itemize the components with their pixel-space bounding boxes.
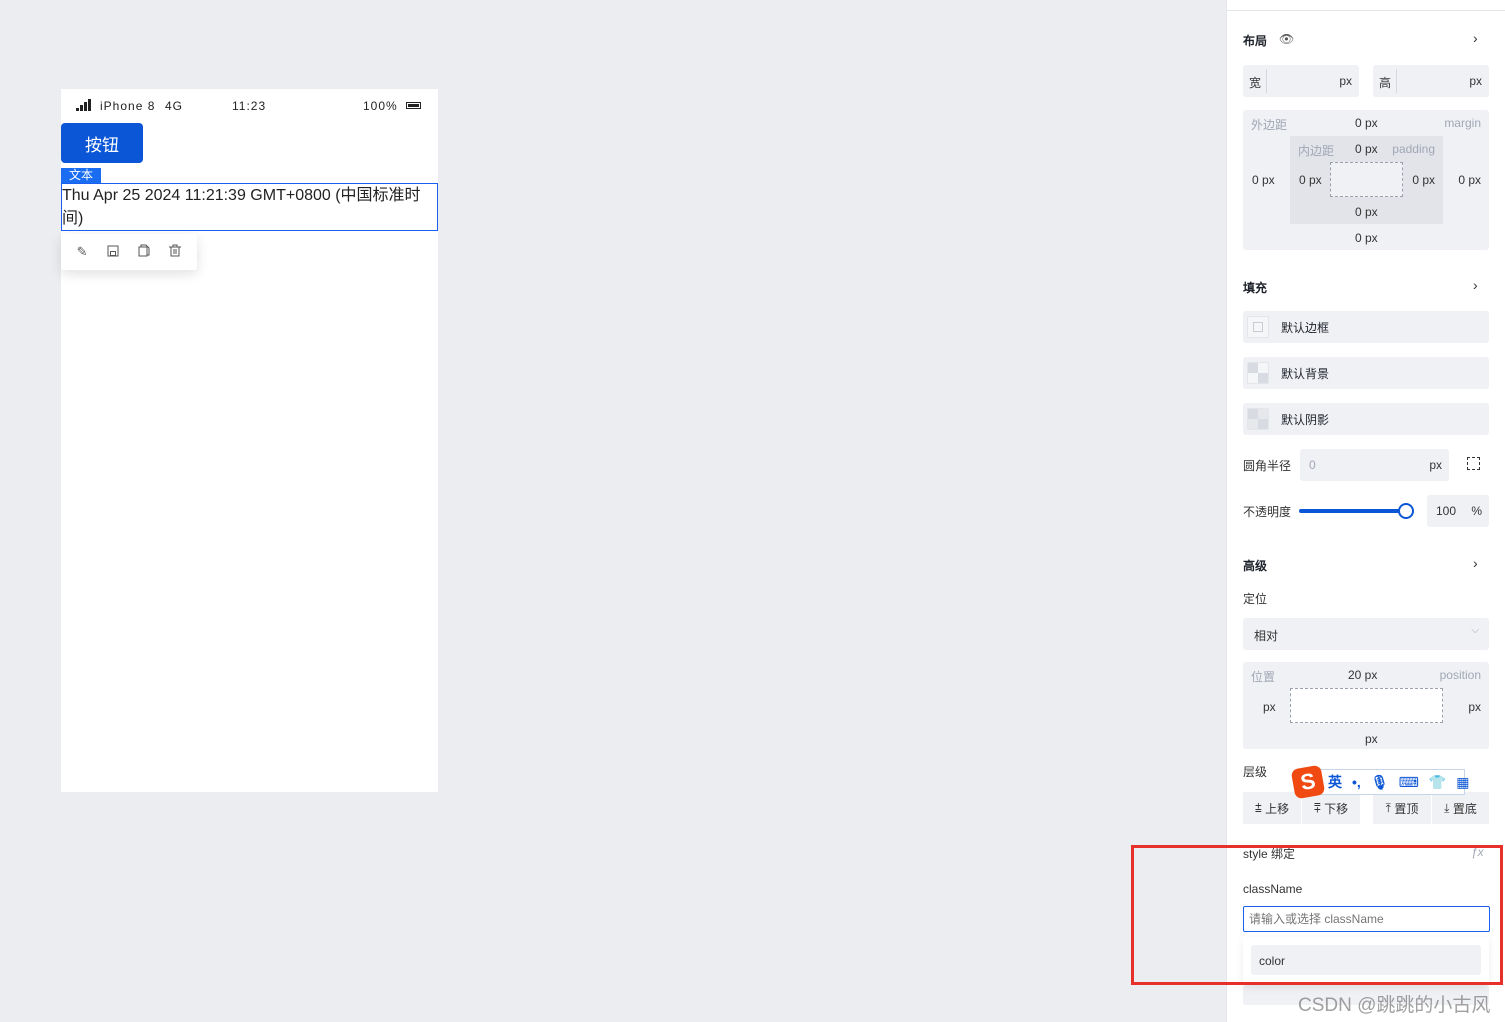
margin-bottom[interactable]: 0 px [1355,231,1378,245]
padding-right[interactable]: 0 px [1412,173,1435,187]
opacity-unit: % [1471,504,1482,518]
microphone-icon[interactable]: 🎙 [1371,774,1389,791]
ime-punctuation[interactable]: •, [1352,774,1361,790]
annotation-highlight-box [1131,845,1503,985]
margin-en-label: margin [1444,116,1481,130]
margin-right[interactable]: 0 px [1458,173,1481,187]
position-right[interactable]: px [1468,700,1481,714]
ime-language[interactable]: 英 [1328,772,1342,792]
padding-bottom[interactable]: 0 px [1355,205,1378,219]
position-box-label: 位置 [1251,670,1276,684]
opacity-slider[interactable] [1299,509,1407,513]
opacity-value: 100 [1436,504,1457,518]
watermark: CSDN @跳跳的小古风 [1298,995,1491,1016]
apps-grid-icon[interactable]: ▦ [1456,774,1469,791]
width-unit: px [1339,74,1352,88]
shadow-style-label: 默认阴影 [1281,412,1330,427]
radius-unit: px [1429,458,1442,472]
battery-level: 100% [363,99,398,113]
signal-bars-icon [76,99,92,111]
padding-label: 内边距 [1298,144,1335,158]
edit-icon[interactable]: ✎ [77,244,88,260]
opacity-input[interactable]: 100 % [1427,495,1489,527]
chevron-right-icon[interactable]: › [1473,555,1478,571]
selected-text-component[interactable]: Thu Apr 25 2024 11:21:39 GMT+0800 (中国标准时… [61,183,438,231]
background-swatch-icon [1247,362,1269,384]
background-style-label: 默认背景 [1281,366,1330,381]
opacity-label: 不透明度 [1243,505,1292,519]
component-toolbar: ✎ [61,234,197,270]
border-style-label: 默认边框 [1281,320,1330,335]
zindex-label: 层级 [1243,765,1268,779]
shadow-swatch-icon [1247,408,1269,430]
border-style-row[interactable]: 默认边框 [1243,311,1489,343]
delete-icon[interactable] [169,244,182,260]
height-field[interactable]: 高 px [1373,65,1489,97]
move-up-button[interactable]: ⩲ 上移 [1243,792,1301,824]
layout-section-title: 布局 [1243,34,1268,48]
clock: 11:23 [232,99,267,113]
radius-value: 0 [1309,458,1316,472]
border-swatch-icon [1247,316,1269,338]
divider [1227,10,1505,11]
network: 4G [165,99,184,113]
background-style-row[interactable]: 默认背景 [1243,357,1489,389]
send-to-bottom-button[interactable]: ⤓ 置底 [1432,792,1489,824]
padding-top[interactable]: 0 px [1355,142,1378,156]
keyboard-icon[interactable]: ⌨ [1399,774,1419,791]
content-box [1330,162,1403,197]
shadow-style-row[interactable]: 默认阴影 [1243,403,1489,435]
skin-icon[interactable]: 👕 [1429,774,1446,791]
padding-left[interactable]: 0 px [1299,173,1322,187]
fill-section-title: 填充 [1243,281,1268,295]
padding-box: 内边距 padding 0 px 0 px 0 px 0 px [1290,136,1443,224]
margin-left[interactable]: 0 px [1252,173,1275,187]
margin-label: 外边距 [1251,118,1288,132]
move-up-label: 上移 [1265,801,1290,816]
status-bar: iPhone 8 4G 11:23 100% [61,89,438,123]
height-unit: px [1469,74,1482,88]
position-select-value: 相对 [1254,629,1279,643]
position-bottom[interactable]: px [1365,732,1378,746]
save-icon[interactable] [107,245,119,260]
divider [1396,69,1397,93]
width-label: 宽 [1249,76,1262,90]
position-content-box [1290,688,1443,723]
copy-icon[interactable] [138,244,150,260]
chevron-right-icon[interactable]: › [1473,277,1478,293]
margin-box: 外边距 margin 0 px 0 px 0 px 0 px 内边距 paddi… [1243,110,1489,250]
divider [1266,69,1267,93]
height-label: 高 [1379,76,1392,90]
expand-corners-icon[interactable] [1467,457,1480,470]
send-to-bottom-label: 置底 [1452,801,1477,816]
bring-to-top-label: 置顶 [1394,801,1419,816]
phone-preview: iPhone 8 4G 11:23 100% 按钮 文本 Thu Apr 25 … [61,89,438,792]
chevron-right-icon[interactable]: › [1473,30,1478,46]
width-field[interactable]: 宽 px [1243,65,1359,97]
margin-top[interactable]: 0 px [1355,116,1378,130]
move-down-button[interactable]: ⩱ 下移 [1302,792,1360,824]
chevron-down-icon: ⌵ [1471,625,1479,636]
canvas-button[interactable]: 按钮 [61,123,143,163]
position-box-en-label: position [1439,668,1481,682]
padding-en-label: padding [1392,142,1435,156]
position-left[interactable]: px [1263,700,1276,714]
move-down-label: 下移 [1324,801,1349,816]
ime-toolbar: 英 •, 🎙 ⌨ 👕 ▦ [1315,769,1469,795]
position-top[interactable]: 20 px [1348,668,1377,682]
battery-icon [406,102,421,109]
bring-to-top-button[interactable]: ⤒ 置顶 [1373,792,1431,824]
radius-label: 圆角半径 [1243,459,1292,473]
radius-input[interactable]: 0 px [1300,449,1449,481]
device-name: iPhone 8 [100,99,156,113]
advanced-section-title: 高级 [1243,559,1268,573]
sogou-logo-icon: S [1290,764,1326,800]
opacity-slider-handle[interactable] [1398,503,1414,519]
position-box: 位置 position 20 px px px px [1243,662,1489,749]
selected-component-tag: 文本 [61,168,101,183]
position-select[interactable]: 相对 ⌵ [1243,618,1489,650]
eye-icon[interactable]: 👁 [1279,32,1294,46]
position-label: 定位 [1243,592,1268,606]
